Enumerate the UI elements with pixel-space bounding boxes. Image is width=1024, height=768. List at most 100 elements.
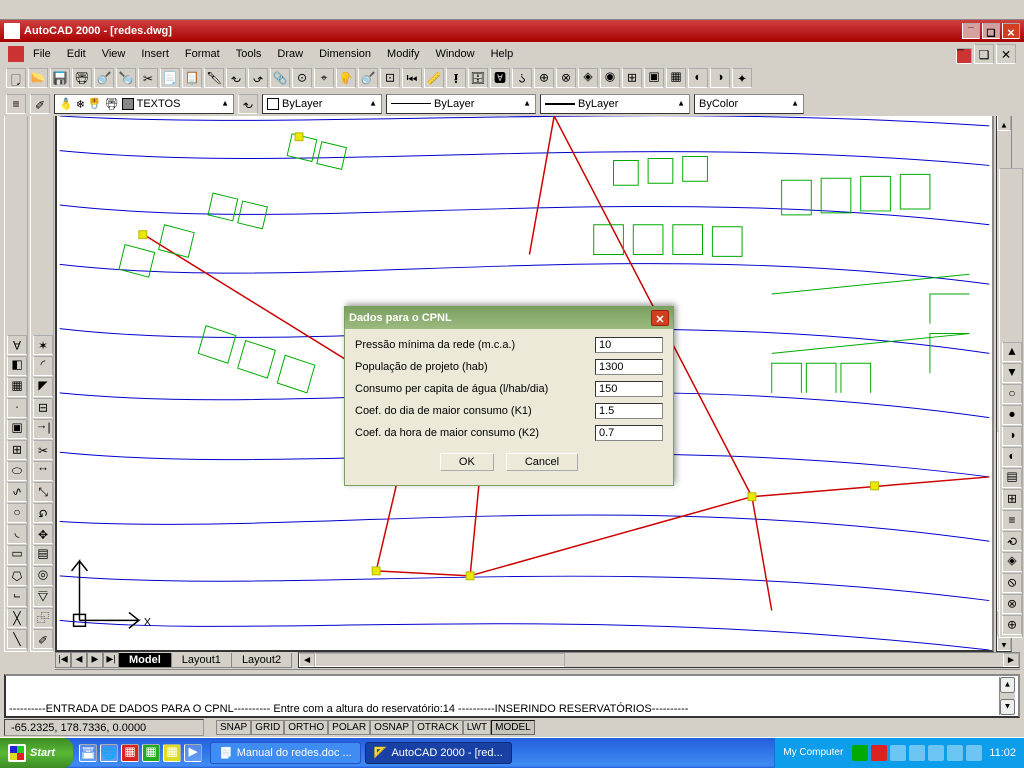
- pressao-input[interactable]: [595, 337, 663, 353]
- k2-input[interactable]: [595, 425, 663, 441]
- taskbar-task-active[interactable]: 📐AutoCAD 2000 - [red...: [365, 742, 512, 764]
- region-icon[interactable]: ◧: [7, 356, 27, 376]
- tool-icon[interactable]: ◑: [710, 68, 730, 88]
- help-icon[interactable]: ?: [512, 68, 532, 88]
- spline-icon[interactable]: ∿: [7, 482, 27, 502]
- color-dropdown[interactable]: ByLayer: [262, 94, 382, 114]
- point-icon[interactable]: ·: [7, 398, 27, 418]
- tool-icon[interactable]: ◈: [578, 68, 598, 88]
- menu-tools[interactable]: Tools: [229, 46, 269, 62]
- tool-icon[interactable]: ⟲: [1002, 531, 1022, 551]
- zoom-prev-icon[interactable]: ⏮: [402, 68, 422, 88]
- new-icon[interactable]: 🗋: [6, 68, 26, 88]
- tool-icon[interactable]: ⊕: [534, 68, 554, 88]
- menu-dimension[interactable]: Dimension: [312, 46, 378, 62]
- extend-icon[interactable]: →|: [33, 419, 53, 439]
- mirror-icon[interactable]: ⧋: [33, 587, 53, 607]
- copy-icon[interactable]: ⿻: [33, 608, 53, 628]
- lineweight-dropdown[interactable]: ByLayer: [540, 94, 690, 114]
- dbconnect-icon[interactable]: 🗄: [468, 68, 488, 88]
- dialog-title-bar[interactable]: Dados para o CPNL ✕: [345, 307, 673, 329]
- tool-icon[interactable]: ◈: [1002, 552, 1022, 572]
- consumo-input[interactable]: [595, 381, 663, 397]
- fillet-icon[interactable]: ◟: [33, 356, 53, 376]
- tool-icon[interactable]: ▣: [644, 68, 664, 88]
- matchprop-icon[interactable]: 🖌: [204, 68, 224, 88]
- tool-icon[interactable]: ◉: [600, 68, 620, 88]
- tool-icon[interactable]: ⊕: [1002, 615, 1022, 635]
- text-icon[interactable]: A: [7, 335, 27, 355]
- scroll-down-icon[interactable]: ▼: [1000, 677, 1015, 693]
- block-icon[interactable]: ▣: [7, 419, 27, 439]
- trim-icon[interactable]: ✂: [33, 440, 53, 460]
- tool-icon[interactable]: ◑: [1002, 426, 1022, 446]
- break-icon[interactable]: ⊟: [33, 398, 53, 418]
- tool-icon[interactable]: ◐: [688, 68, 708, 88]
- toggle-otrack[interactable]: OTRACK: [413, 720, 463, 735]
- rectangle-icon[interactable]: ▭: [7, 545, 27, 565]
- tool-icon[interactable]: ▲: [1002, 363, 1022, 383]
- ok-button[interactable]: OK: [440, 453, 494, 471]
- erase-icon[interactable]: ✎: [33, 629, 53, 649]
- tab-layout2[interactable]: Layout2: [231, 653, 292, 668]
- menu-format[interactable]: Format: [178, 46, 227, 62]
- plotstyle-dropdown[interactable]: ByColor: [694, 94, 804, 114]
- toggle-ortho[interactable]: ORTHO: [284, 720, 328, 735]
- stretch-icon[interactable]: ↔: [33, 461, 53, 481]
- undo-icon[interactable]: ↶: [226, 68, 246, 88]
- chamfer-icon[interactable]: ◣: [33, 377, 53, 397]
- close-icon[interactable]: ✕: [1002, 23, 1020, 39]
- linetype-dropdown[interactable]: ByLayer: [386, 94, 536, 114]
- cut-icon[interactable]: ✂: [138, 68, 158, 88]
- taskbar-task[interactable]: 📄Manual do redes.doc ...: [210, 742, 361, 764]
- layer-prev-icon[interactable]: ↶: [238, 94, 258, 114]
- tab-last-icon[interactable]: ▶|: [103, 653, 119, 669]
- explode-icon[interactable]: ✶: [33, 335, 53, 355]
- scroll-up-icon[interactable]: ▲: [1000, 699, 1015, 715]
- circle-icon[interactable]: ○: [7, 503, 27, 523]
- tab-model[interactable]: Model: [118, 653, 172, 668]
- ql-icon[interactable]: 🌐: [100, 744, 118, 762]
- find-icon[interactable]: 🔎: [116, 68, 136, 88]
- scroll-left-icon[interactable]: ◀: [299, 654, 315, 668]
- copy-icon[interactable]: 📄: [160, 68, 180, 88]
- layer-dropdown[interactable]: 💡❄🔒🖨 TEXTOS: [54, 94, 234, 114]
- hatch-icon[interactable]: ▦: [7, 377, 27, 397]
- populacao-input[interactable]: [595, 359, 663, 375]
- ql-icon[interactable]: ▦: [163, 744, 181, 762]
- tab-layout1[interactable]: Layout1: [171, 653, 232, 668]
- dialog-close-icon[interactable]: ✕: [651, 310, 669, 326]
- tool-icon[interactable]: ●: [1002, 405, 1022, 425]
- maximize-icon[interactable]: ❐: [982, 23, 1000, 39]
- line-icon[interactable]: ╱: [7, 629, 27, 649]
- tray-icon[interactable]: [966, 745, 982, 761]
- move-icon[interactable]: ✥: [33, 524, 53, 544]
- menu-window[interactable]: Window: [428, 46, 481, 62]
- scale-icon[interactable]: ⤢: [33, 482, 53, 502]
- ql-icon[interactable]: ▦: [121, 744, 139, 762]
- polygon-icon[interactable]: ⬠: [7, 566, 27, 586]
- menu-insert[interactable]: Insert: [134, 46, 176, 62]
- scroll-thumb[interactable]: [315, 654, 565, 668]
- minimize-icon[interactable]: _: [962, 23, 980, 39]
- array-icon[interactable]: ▤: [33, 545, 53, 565]
- redo-icon[interactable]: ↷: [248, 68, 268, 88]
- horizontal-scrollbar[interactable]: ◀ ▶: [298, 653, 1020, 669]
- menu-modify[interactable]: Modify: [380, 46, 426, 62]
- osnap-icon[interactable]: ⊙: [292, 68, 312, 88]
- tray-icon[interactable]: [947, 745, 963, 761]
- properties-icon[interactable]: ℹ: [446, 68, 466, 88]
- insert-icon[interactable]: ⊞: [7, 440, 27, 460]
- ellipse-icon[interactable]: ⬭: [7, 461, 27, 481]
- tool-icon[interactable]: ≡: [1002, 510, 1022, 530]
- menu-view[interactable]: View: [95, 46, 133, 62]
- tab-first-icon[interactable]: |◀: [55, 653, 71, 669]
- menu-file[interactable]: File: [26, 46, 58, 62]
- mdi-min-icon[interactable]: _: [956, 48, 972, 64]
- scroll-right-icon[interactable]: ▶: [1003, 654, 1019, 668]
- tool-icon[interactable]: ⊗: [556, 68, 576, 88]
- paste-icon[interactable]: 📋: [182, 68, 202, 88]
- pline-icon[interactable]: ⌐: [7, 587, 27, 607]
- make-layer-icon[interactable]: ✎: [30, 94, 50, 114]
- menu-draw[interactable]: Draw: [270, 46, 310, 62]
